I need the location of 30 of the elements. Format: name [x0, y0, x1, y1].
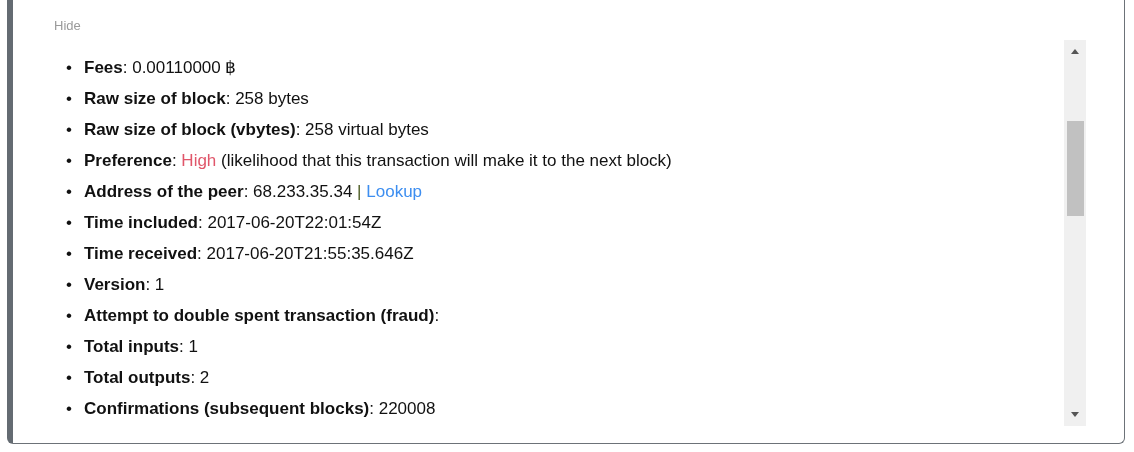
- detail-text: Confirmations (subsequent blocks): 220008: [84, 399, 436, 420]
- list-bullet: •: [66, 213, 73, 234]
- list-bullet: •: [66, 120, 73, 141]
- detail-text: Preference: High (likelihood that this transaction will make it to the next block): [84, 151, 672, 172]
- list-bullet: •: [66, 151, 73, 172]
- list-bullet: •: [66, 182, 73, 203]
- hide-link[interactable]: Hide: [54, 18, 81, 33]
- detail-text: Total inputs: 1: [84, 337, 198, 358]
- detail-text: Raw size of block (vbytes): 258 virtual bytes: [84, 120, 429, 141]
- detail-text: Total outputs: 2: [84, 368, 210, 389]
- detail-text: Attempt to double spent transaction (fraud):: [84, 306, 440, 327]
- scrollbar[interactable]: [1064, 40, 1086, 426]
- detail-text: Time included: 2017-06-20T22:01:54Z: [84, 213, 382, 234]
- list-bullet: •: [66, 306, 73, 327]
- list-bullet: •: [66, 399, 73, 420]
- list-bullet: •: [66, 89, 73, 110]
- scroll-up-icon[interactable]: [1071, 49, 1079, 54]
- lookup-link[interactable]: Lookup: [366, 182, 423, 202]
- list-bullet: •: [66, 337, 73, 358]
- scroll-down-icon[interactable]: [1071, 412, 1079, 417]
- list-bullet: •: [66, 275, 73, 296]
- list-bullet: •: [66, 368, 73, 389]
- detail-text: Raw size of block: 258 bytes: [84, 89, 309, 110]
- scrollbar-thumb[interactable]: [1066, 121, 1084, 216]
- detail-text: Time received: 2017-06-20T21:55:35.646Z: [84, 244, 414, 265]
- detail-text: Address of the peer: 68.233.35.34 | Lookup: [84, 182, 423, 203]
- list-bullet: •: [66, 244, 73, 265]
- detail-text: Fees: 0.00110000 ฿: [84, 58, 237, 79]
- detail-text: Version: 1: [84, 275, 165, 296]
- list-bullet: •: [66, 58, 73, 79]
